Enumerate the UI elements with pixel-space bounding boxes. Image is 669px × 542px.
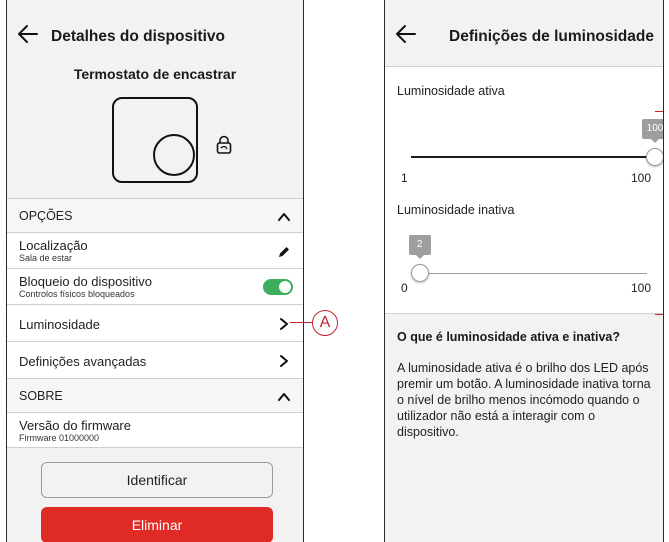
options-section-header[interactable]: OPÇÕES [7,198,303,232]
device-lock-value: Controlos físicos bloqueados [19,289,135,299]
active-brightness-min-label: 1 [401,171,408,185]
delete-button[interactable]: Eliminar [41,507,273,542]
firmware-row: Versão do firmware Firmware 01000000 [7,412,303,448]
info-title: O que é luminosidade ativa e inativa? [397,330,620,344]
location-row[interactable]: Localização Sala de estar [7,232,303,268]
inactive-brightness-value-badge: 2 [408,235,431,259]
location-value: Sala de estar [19,253,73,263]
inactive-brightness-track [419,273,647,274]
thermostat-dial [153,134,195,176]
about-section-header[interactable]: SOBRE [7,378,303,412]
pencil-icon[interactable] [277,245,291,259]
chevron-up-icon[interactable] [277,210,291,224]
chevron-right-icon[interactable] [277,317,291,331]
callout-marker: A [312,310,338,336]
page-title: Definições de luminosidade [449,28,654,45]
toggle-knob [279,281,291,293]
page-title: Detalhes do dispositivo [51,28,225,45]
brightness-label: Luminosidade [19,317,100,332]
advanced-settings-row[interactable]: Definições avançadas [7,341,303,378]
inactive-brightness-max-label: 100 [630,281,651,295]
advanced-settings-label: Definições avançadas [19,354,147,369]
firmware-label: Versão do firmware [19,418,131,433]
info-text: A luminosidade ativa é o brilho dos LED … [397,361,651,439]
active-brightness-value-badge: 100 [642,119,663,143]
header: Definições de luminosidade [385,0,663,60]
arrow-left-icon[interactable] [17,24,39,44]
brightness-settings-screen: Definições de luminosidade Luminosidade … [384,0,664,542]
margin-marker [655,111,663,112]
location-label: Localização [19,238,88,253]
device-lock-label: Bloqueio do dispositivo [19,274,152,289]
active-brightness-max-label: 100 [630,171,651,185]
device-details-screen: Detalhes do dispositivo Termostato de en… [6,0,304,542]
chevron-up-icon[interactable] [277,390,291,404]
inactive-brightness-min-label: 0 [401,281,408,295]
margin-marker [655,314,663,315]
about-section-label: SOBRE [19,389,63,403]
thermostat-icon [112,97,198,183]
firmware-value: Firmware 01000000 [19,433,100,443]
lock-icon [216,135,232,154]
inactive-brightness-label: Luminosidade inativa [397,203,515,217]
device-lock-toggle[interactable] [263,279,293,295]
active-brightness-slider-handle[interactable] [646,148,663,166]
inactive-brightness-slider-handle[interactable] [410,264,429,282]
callout-line [290,322,312,323]
identify-button[interactable]: Identificar [41,462,273,498]
options-section-label: OPÇÕES [19,209,73,223]
active-brightness-track-filled [411,156,655,158]
header: Detalhes do dispositivo [7,0,303,60]
arrow-left-icon[interactable] [395,24,417,44]
chevron-right-icon[interactable] [277,354,291,368]
brightness-panel: Luminosidade ativa 100 1 100 Luminosidad… [385,66,663,315]
active-brightness-label: Luminosidade ativa [397,84,505,98]
brightness-row[interactable]: Luminosidade [7,304,303,341]
device-lock-row: Bloqueio do dispositivo Controlos físico… [7,268,303,304]
device-name: Termostato de encastrar [73,66,237,82]
